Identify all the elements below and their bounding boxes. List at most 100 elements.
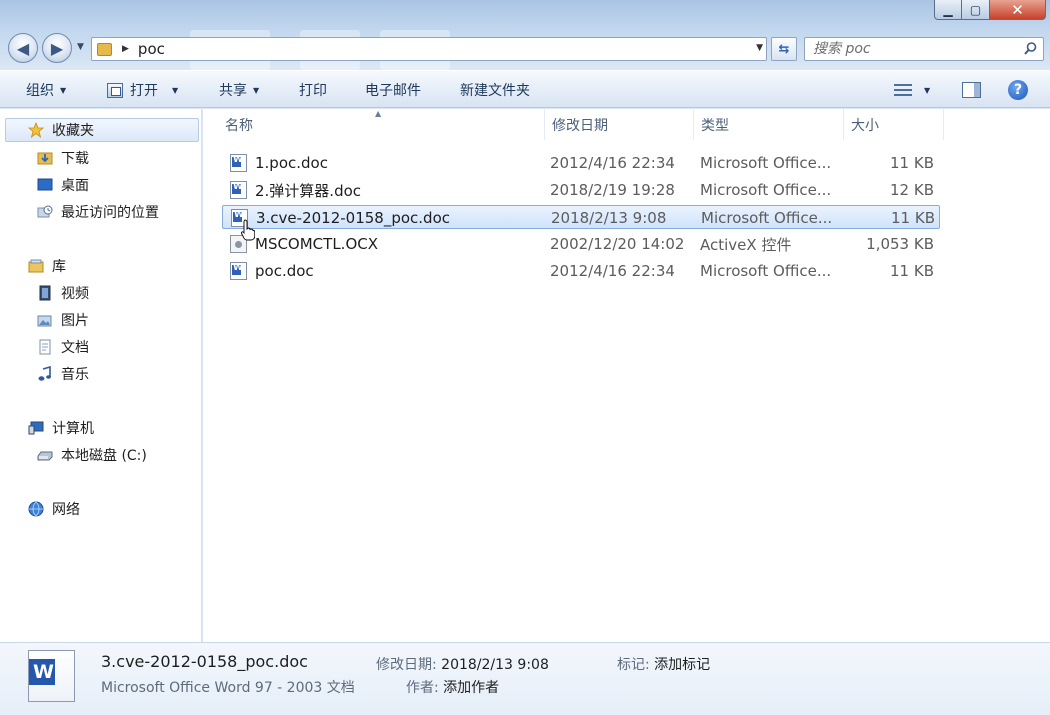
- file-name: 3.cve-2012-0158_poc.doc: [256, 209, 450, 227]
- details-tags-label: 标记:: [617, 657, 650, 673]
- desktop-icon: [37, 178, 53, 191]
- refresh-button[interactable]: ⇆: [771, 37, 797, 61]
- recent-pages-dropdown[interactable]: ▼: [77, 42, 84, 52]
- file-size: 11 KB: [890, 262, 934, 280]
- refresh-icon: ⇆: [778, 41, 790, 57]
- file-row[interactable]: 1.poc.doc 2012/4/16 22:34 Microsoft Offi…: [222, 151, 940, 175]
- file-modified: 2018/2/19 19:28: [550, 181, 675, 199]
- sidebar-item-label: 库: [52, 259, 66, 275]
- details-tags-value[interactable]: 添加标记: [654, 657, 710, 673]
- videos-icon: [39, 285, 51, 301]
- search-icon[interactable]: [1024, 42, 1037, 55]
- column-header-label: 大小: [851, 117, 879, 134]
- view-list-icon: [894, 83, 912, 97]
- sidebar-item-local-disk[interactable]: 本地磁盘 (C:): [37, 443, 147, 467]
- downloads-folder-icon: [37, 152, 53, 165]
- sidebar-item-label: 桌面: [61, 178, 89, 194]
- preview-pane-button[interactable]: [962, 71, 981, 109]
- folder-icon: [97, 42, 112, 56]
- word-doc-icon: [230, 181, 247, 199]
- sidebar-item-label: 计算机: [52, 421, 94, 437]
- email-label: 电子邮件: [365, 83, 421, 99]
- forward-button[interactable]: ▶: [42, 33, 72, 63]
- file-modified: 2002/12/20 14:02: [550, 235, 685, 253]
- sidebar-item-label: 网络: [52, 502, 80, 518]
- maximize-icon: ▢: [969, 2, 982, 17]
- sidebar-item-pictures[interactable]: 图片: [37, 308, 89, 332]
- breadcrumb-folder[interactable]: poc: [138, 40, 165, 58]
- close-button[interactable]: ✕: [990, 0, 1046, 20]
- sidebar-item-recent[interactable]: 最近访问的位置: [37, 200, 159, 224]
- file-type: Microsoft Office...: [700, 154, 832, 172]
- column-header-modified[interactable]: 修改日期: [545, 109, 694, 140]
- file-name: 2.弹计算器.doc: [255, 181, 362, 200]
- new-folder-button[interactable]: 新建文件夹: [460, 71, 530, 109]
- sidebar-item-network[interactable]: 网络: [28, 497, 80, 521]
- close-icon: ✕: [1011, 0, 1024, 19]
- libraries-icon: [28, 259, 44, 273]
- minimize-button[interactable]: ▁: [934, 0, 962, 20]
- file-row[interactable]: MSCOMCTL.OCX 2002/12/20 14:02 ActiveX 控件…: [222, 232, 940, 256]
- sidebar-item-computer[interactable]: 计算机: [28, 416, 94, 440]
- breadcrumb-chevron-icon[interactable]: ▶: [122, 44, 129, 54]
- details-file-name: 3.cve-2012-0158_poc.doc: [101, 652, 308, 671]
- back-button[interactable]: ◀: [8, 33, 38, 63]
- chevron-down-icon: ▼: [172, 85, 179, 95]
- hard-drive-icon: [37, 451, 53, 461]
- minimize-icon: ▁: [943, 2, 953, 17]
- column-header-name[interactable]: 名称: [218, 109, 545, 140]
- pictures-icon: [37, 315, 52, 327]
- search-box[interactable]: [804, 37, 1044, 61]
- file-row[interactable]: poc.doc 2012/4/16 22:34 Microsoft Office…: [222, 259, 940, 283]
- sidebar-item-documents[interactable]: 文档: [37, 335, 89, 359]
- details-pane: 3.cve-2012-0158_poc.doc Microsoft Office…: [0, 642, 1050, 715]
- file-row[interactable]: 2.弹计算器.doc 2018/2/19 19:28 Microsoft Off…: [222, 178, 940, 202]
- details-modified-label: 修改日期:: [376, 657, 437, 673]
- print-label: 打印: [299, 83, 327, 99]
- sidebar-item-label: 收藏夹: [52, 123, 94, 139]
- help-button[interactable]: ?: [1008, 71, 1028, 109]
- organize-menu[interactable]: 组织 ▼: [26, 71, 66, 109]
- sidebar-item-libraries[interactable]: 库: [28, 254, 66, 278]
- network-icon: [28, 501, 44, 517]
- print-button[interactable]: 打印: [299, 71, 327, 109]
- documents-icon: [39, 339, 51, 355]
- email-button[interactable]: 电子邮件: [365, 71, 421, 109]
- search-input[interactable]: [813, 38, 1013, 60]
- preview-pane-icon: [962, 82, 981, 98]
- sidebar-item-desktop[interactable]: 桌面: [37, 173, 89, 197]
- column-header-label: 名称: [225, 117, 253, 134]
- sidebar-item-videos[interactable]: 视频: [37, 281, 89, 305]
- sidebar-item-favorites[interactable]: 收藏夹: [5, 118, 199, 142]
- file-size: 11 KB: [890, 154, 934, 172]
- file-size: 11 KB: [891, 209, 935, 227]
- address-bar[interactable]: ▶ poc ▼: [91, 37, 767, 61]
- music-icon: [38, 366, 51, 381]
- maximize-button[interactable]: ▢: [962, 0, 990, 20]
- details-modified: 修改日期: 2018/2/13 9:08: [376, 654, 549, 674]
- details-modified-value: 2018/2/13 9:08: [441, 657, 549, 673]
- share-menu[interactable]: 共享 ▼: [219, 71, 259, 109]
- help-icon: ?: [1008, 80, 1028, 100]
- arrow-left-icon: ◀: [16, 38, 30, 58]
- open-with-icon: [107, 82, 123, 98]
- sidebar-item-downloads[interactable]: 下载: [37, 146, 89, 170]
- column-header-type[interactable]: 类型: [694, 109, 844, 140]
- file-modified: 2012/4/16 22:34: [550, 154, 675, 172]
- sidebar-item-music[interactable]: 音乐: [37, 362, 89, 386]
- column-header-label: 类型: [701, 117, 729, 134]
- file-modified: 2018/2/13 9:08: [551, 209, 667, 227]
- file-row-selected[interactable]: 3.cve-2012-0158_poc.doc 2018/2/13 9:08 M…: [222, 205, 940, 229]
- details-author: 作者: 添加作者: [406, 677, 499, 697]
- open-label: 打开: [130, 83, 158, 99]
- open-menu[interactable]: 打开 ▼: [107, 71, 178, 109]
- share-label: 共享: [219, 83, 247, 99]
- change-view-button[interactable]: ▼: [894, 71, 930, 109]
- column-header-size[interactable]: 大小: [844, 109, 944, 140]
- address-dropdown-icon[interactable]: ▼: [756, 43, 763, 53]
- word-doc-icon: [230, 262, 247, 280]
- file-type: Microsoft Office...: [700, 181, 832, 199]
- file-name-cell: poc.doc: [230, 259, 540, 283]
- details-author-value[interactable]: 添加作者: [443, 680, 499, 696]
- chevron-down-icon: ▼: [253, 85, 260, 95]
